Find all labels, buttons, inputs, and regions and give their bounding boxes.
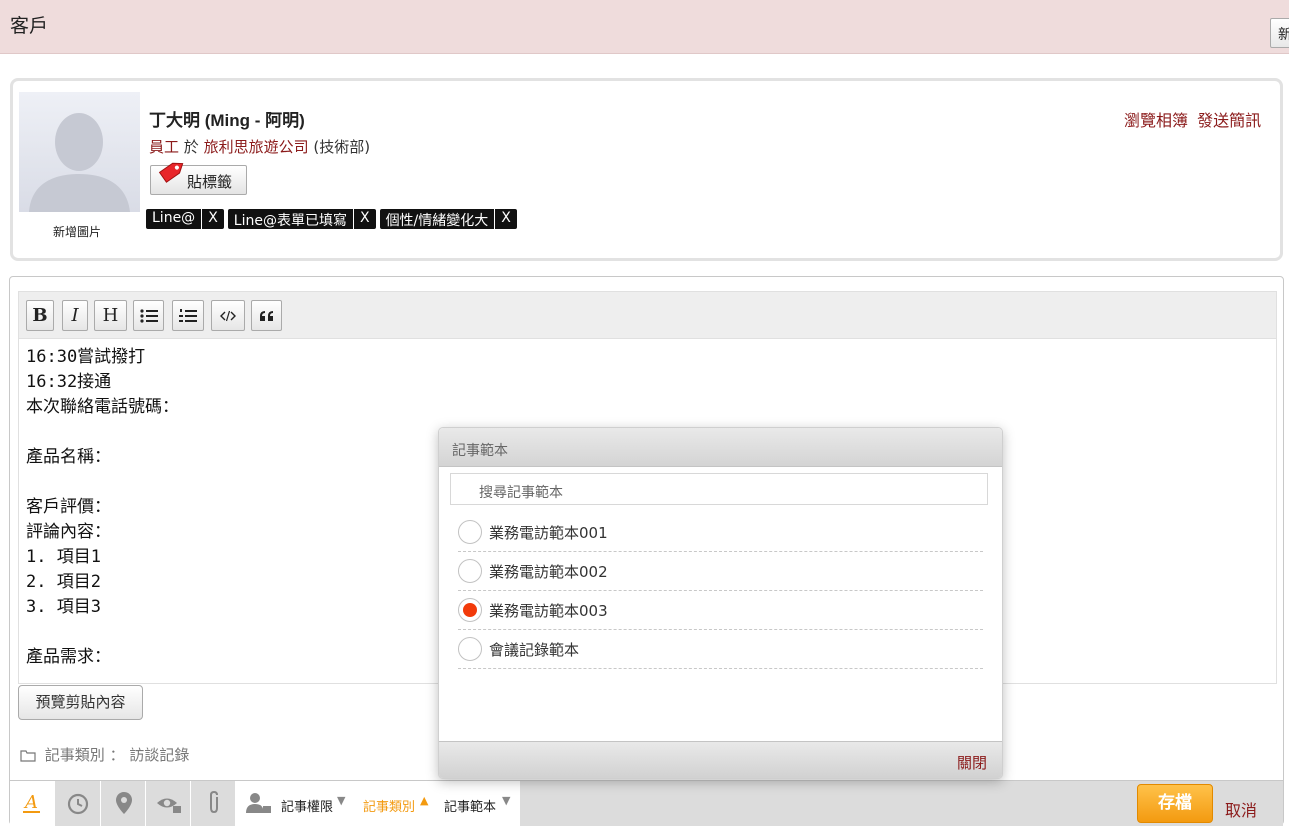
template-search-input[interactable]: 搜尋記事範本 [450,473,988,505]
quote-icon [259,311,273,321]
code-icon [220,310,236,322]
page-header: 客戶 新 [0,0,1289,54]
page-title: 客戶 [10,15,49,37]
clock-icon [67,793,89,815]
radio-button[interactable] [458,637,482,661]
category-separator: ： [109,746,125,764]
tag-label: Line@ [152,210,196,226]
tag-icon [158,162,184,183]
location-tab[interactable] [101,781,146,827]
tag-remove-button[interactable]: X [352,209,376,229]
note-category-line: 記事類別 ： 訪談記錄 [20,744,189,765]
person-silhouette-icon [29,113,130,212]
chevron-down-icon: ▼ [337,794,346,807]
note-permission-label: 記事權限 [281,800,334,815]
chevron-up-icon: ▲ [420,794,429,807]
contact-name: 丁大明 (Ming - 阿明) [149,111,305,130]
folder-icon [20,750,36,762]
tag-chip: Line@ X [146,209,224,229]
add-tag-button[interactable]: 貼標籤 [150,162,247,195]
avatar[interactable] [19,92,140,212]
template-option-label: 業務電訪範本003 [489,602,608,620]
profile-actions: 瀏覽相簿 發送簡訊 [1124,107,1265,131]
template-option[interactable]: 業務電訪範本003 [458,591,983,630]
numbered-list-button[interactable] [172,300,204,331]
template-option[interactable]: 會議記錄範本 [458,630,983,669]
code-button[interactable] [211,300,245,331]
note-template-dialog: 記事範本 搜尋記事範本 業務電訪範本001 業務電訪範本002 業務電訪範本00… [438,427,1003,779]
send-sms-link[interactable]: 發送簡訊 [1197,111,1261,130]
map-pin-icon [116,792,132,814]
tag-chip: Line@表單已填寫 X [227,209,376,229]
template-option[interactable]: 業務電訪範本002 [458,552,983,591]
dialog-title: 記事範本 [452,443,508,459]
bullet-list-button[interactable] [133,300,164,331]
text-format-tab[interactable]: A [10,781,55,827]
chevron-down-icon: ▼ [502,794,511,807]
template-option-label: 業務電訪範本002 [489,563,608,581]
add-tag-label: 貼標籤 [187,173,233,191]
dialog-footer: 關閉 [439,741,1002,778]
save-button[interactable]: 存檔 [1137,784,1213,823]
paperclip-icon [210,791,218,814]
user-lock-icon [246,793,271,813]
close-dialog-link[interactable]: 關閉 [957,752,987,773]
heading-button[interactable]: H [94,300,127,331]
new-button[interactable]: 新 [1270,18,1289,48]
attachment-tab[interactable] [191,781,236,827]
radio-button[interactable] [458,559,482,583]
bold-button[interactable]: B [26,300,54,331]
browse-album-link[interactable]: 瀏覽相簿 [1124,111,1188,130]
editor-toolbar: B I H [18,291,1277,339]
note-template-tab-label: 記事範本 [444,800,497,815]
template-option-label: 會議記錄範本 [489,641,580,659]
contact-profile-card: 新增圖片 丁大明 (Ming - 阿明) 員工 於 旅利思旅遊公司 (技術部) … [10,78,1283,261]
category-label: 記事類別 [44,746,105,764]
category-value: 訪談記錄 [129,746,190,764]
eye-lock-icon [157,798,181,813]
svg-text:A: A [23,792,38,813]
note-category-tab-label: 記事類別 [363,800,416,815]
tag-label: Line@表單已填寫 [233,213,347,229]
tag-remove-button[interactable]: X [494,209,517,229]
tag-label: 個性/情緒變化大 [385,213,489,229]
editor-bottom-bar: A 記事權限 ▼ 記事類別 ▲ 記事範本 ▼ 存檔 取消 [10,780,1283,827]
bullet-list-icon [139,309,158,323]
preview-clip-button[interactable]: 預覽剪貼內容 [18,685,143,720]
dialog-header: 記事範本 [439,428,1002,467]
radio-button-selected[interactable] [458,598,482,622]
note-permission-tab[interactable]: 記事權限 ▼ [236,781,355,827]
add-photo-link[interactable]: 新增圖片 [53,223,101,240]
italic-button[interactable]: I [62,300,88,331]
note-category-tab[interactable]: 記事類別 ▲ [355,781,437,827]
template-option-label: 業務電訪範本001 [489,524,608,542]
role-at: 於 [183,138,199,156]
tag-list: Line@ X Line@表單已填寫 X 個性/情緒變化大 X [146,209,517,229]
text-format-icon: A [23,792,40,813]
visibility-tab[interactable] [146,781,191,827]
note-template-tab[interactable]: 記事範本 ▼ [437,781,520,827]
numbered-list-icon [179,309,197,322]
tag-remove-button[interactable]: X [201,209,224,229]
department: (技術部) [313,138,371,156]
template-option[interactable]: 業務電訪範本001 [458,513,983,552]
cancel-link[interactable]: 取消 [1225,797,1257,821]
role-link[interactable]: 員工 [149,138,179,156]
tag-chip: 個性/情緒變化大 X [379,209,517,229]
role-line: 員工 於 旅利思旅遊公司 (技術部) [149,136,370,157]
reminder-tab[interactable] [55,781,101,827]
quote-button[interactable] [251,300,282,331]
radio-button[interactable] [458,520,482,544]
company-link[interactable]: 旅利思旅遊公司 [204,138,309,156]
